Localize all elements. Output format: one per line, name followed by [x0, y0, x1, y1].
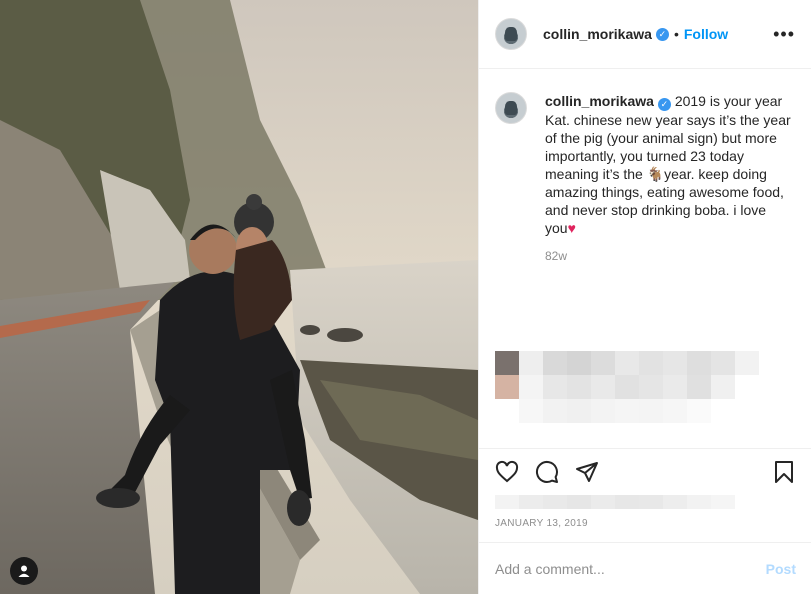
heart-emoji: ♥	[567, 220, 576, 236]
add-comment-bar: Post	[479, 542, 811, 594]
comments-section[interactable]: collin_morikawa ✓ 2019 is your year Kat. …	[479, 69, 811, 449]
username-link[interactable]: collin_morikawa	[543, 26, 652, 42]
caption: collin_morikawa ✓ 2019 is your year Kat. …	[495, 92, 795, 237]
likes-count-blurred	[495, 495, 745, 509]
follow-button[interactable]: Follow	[684, 26, 728, 42]
verified-badge-icon: ✓	[655, 27, 669, 41]
heart-icon[interactable]	[495, 460, 519, 484]
verified-badge-icon: ✓	[657, 98, 671, 111]
separator-dot: •	[673, 26, 679, 42]
time-ago: 82w	[545, 249, 568, 263]
share-icon[interactable]	[575, 460, 599, 484]
avatar[interactable]	[495, 18, 527, 50]
comment-input[interactable]	[495, 560, 766, 577]
tagged-users-icon[interactable]	[10, 557, 38, 585]
caption-avatar[interactable]	[495, 92, 527, 124]
post-date[interactable]: JANUARY 13, 2019	[495, 518, 588, 529]
post-comment-button[interactable]: Post	[766, 561, 796, 577]
blurred-comment	[495, 351, 783, 426]
bookmark-icon[interactable]	[772, 460, 796, 484]
comment-icon[interactable]	[535, 460, 559, 484]
more-options-icon[interactable]: •••	[773, 24, 795, 45]
post-details-panel: collin_morikawa ✓ • Follow ••• collin_mo…	[478, 0, 811, 594]
goat-emoji: 🐐	[646, 166, 665, 182]
caption-text: collin_morikawa ✓ 2019 is your year Kat. …	[545, 92, 795, 237]
post-photo[interactable]	[0, 0, 478, 594]
caption-username[interactable]: collin_morikawa	[545, 93, 654, 109]
post-header: collin_morikawa ✓ • Follow •••	[479, 0, 811, 69]
post-actions	[479, 448, 811, 495]
